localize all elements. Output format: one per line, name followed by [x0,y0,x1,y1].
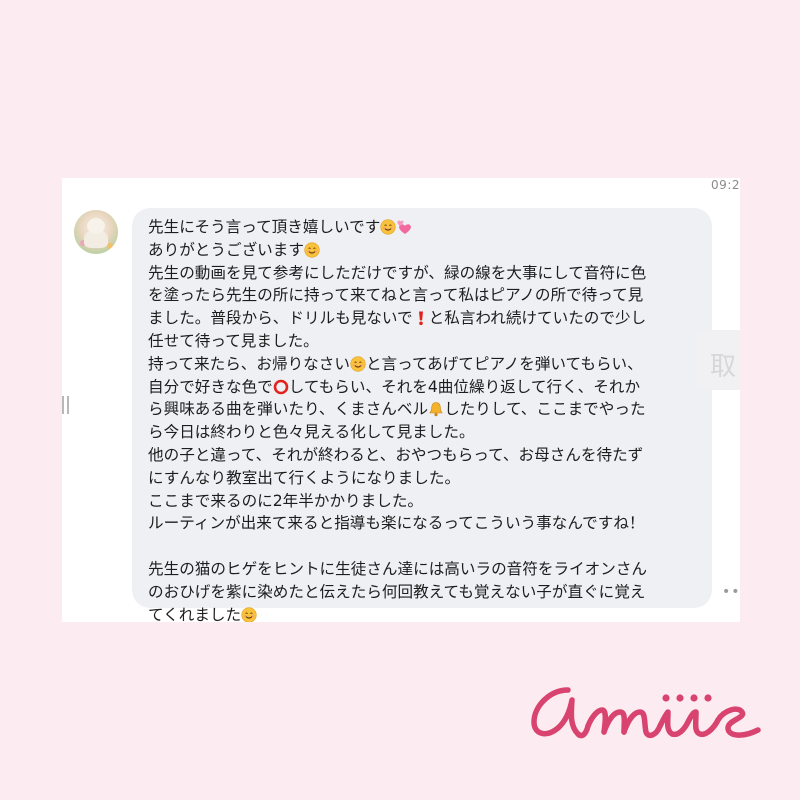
message-line: を塗ったら先生の所に持って来てねと言って私はピアノの所で待って見 [148,286,644,305]
red-circle-icon [273,379,289,394]
more-dots-icon[interactable]: •• [722,584,741,600]
message-line: してもらい、それを4曲位繰り返して行く、それか [288,377,641,396]
message-line: 先生の猫のヒゲをヒントに生徒さん達には高いラの音符をライオンさん [148,559,648,578]
bell-icon [429,402,443,417]
message-line: ありがとうございます [148,240,304,259]
chat-screenshot: 09:2 先生にそう言って頂き嬉しいです ありがとうございます 先生の動画を見て… [62,178,740,622]
flower-decoration [107,243,113,249]
sender-avatar[interactable] [74,210,118,254]
smiling-face-icon [350,356,366,372]
message-line: 自分で好きな色で [148,377,273,396]
message-line: と言ってあげてピアノを弾いてもらい、 [365,354,643,373]
message-line: 任せて待って見ました。 [148,331,319,350]
message-line: ら興味ある曲を弾いたり、くまさんベル [148,400,429,419]
amiis-logo [531,687,761,739]
two-hearts-icon [397,220,412,234]
timestamp: 09:2 [711,178,740,192]
smiling-face-icon [304,242,320,258]
message-line: したりして、ここまでやった [444,400,646,419]
message-line: ここまで来るのに2年半かかりました。 [148,491,424,510]
message-text: 先生にそう言って頂き嬉しいです ありがとうございます 先生の動画を見て参考にした… [148,216,698,622]
smiling-face-icon [241,606,257,622]
drag-handle-icon[interactable] [62,396,69,414]
message-bubble[interactable]: 先生にそう言って頂き嬉しいです ありがとうございます 先生の動画を見て参考にした… [132,208,712,622]
message-line: ました。普段から、ドリルも見ないで [148,309,413,328]
message-line: 持って来たら、お帰りなさい [148,354,350,373]
message-line: のおひげを紫に染めたと伝えたら何回教えても覚えない子が直ぐに覚え [148,582,646,601]
dog-head [87,218,105,234]
message-line: 先生の動画を見て参考にしただけですが、緑の線を大事にして音符に色 [148,263,647,282]
cancel-side-button[interactable]: 取 [696,330,740,390]
message-line: と私言われ続けていたので少し [428,309,647,328]
message-line: てくれました [148,605,242,622]
message-line: 先生にそう言って頂き嬉しいです [148,218,381,236]
smiling-face-icon [380,219,396,235]
side-button-label: 取 [710,352,737,382]
message-line: 他の子と違って、それが終わると、おやつもらって、お母さんを待たず [148,445,644,464]
message-line: にすんなり教室出て行くようになりました。 [148,468,461,487]
red-exclamation-icon [418,311,423,326]
message-line: ら今日は終わりと色々見える化して見ました。 [148,423,475,442]
message-line: ルーティンが出来て来ると指導も楽になるってこういう事なんですね！ [148,514,645,533]
